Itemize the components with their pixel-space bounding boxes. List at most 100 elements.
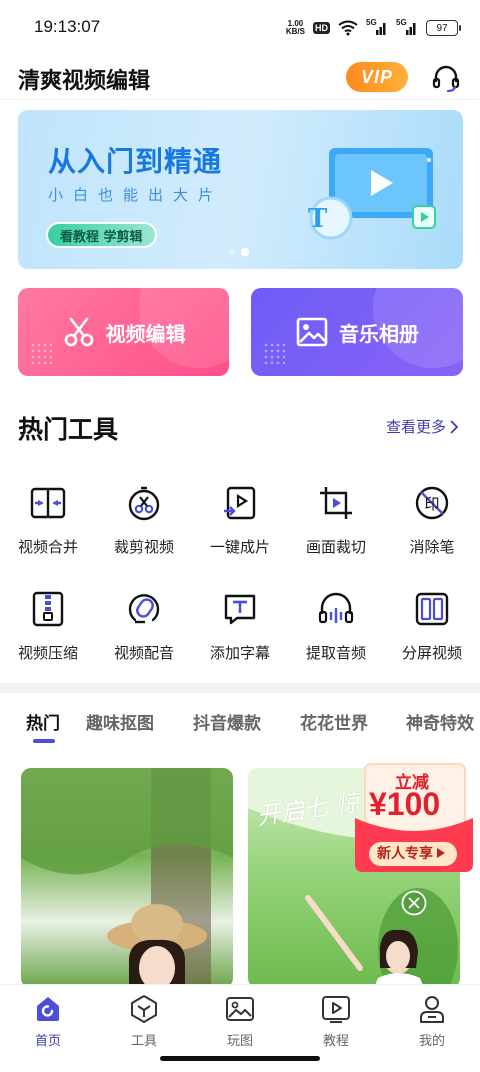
tab-hot[interactable]: 热门 (26, 709, 60, 734)
tool-label: 消除笔 (409, 538, 455, 556)
network-speed: 1.00 KB/S (286, 20, 305, 36)
tool-video-compress[interactable]: 视频压缩 (0, 590, 96, 663)
app-screen: 19:13:07 1.00 KB/S HD 5G 5G 97 清爽视频编辑 VI… (0, 0, 480, 1072)
new-user-coupon[interactable]: 立减 ¥100 新人专享 (355, 758, 473, 876)
chevron-right-icon (450, 419, 459, 434)
tool-one-click-video[interactable]: 一键成片 (192, 484, 288, 557)
video-edit-card[interactable]: 视频编辑 (18, 288, 229, 376)
cell-signal-2: 5G (396, 18, 418, 36)
tool-remove-watermark[interactable]: 印 消除笔 (384, 484, 480, 557)
nav-profile[interactable]: 我的 (384, 993, 480, 1049)
nav-home[interactable]: 首页 (0, 993, 96, 1049)
coupon-amount: ¥100 (369, 786, 441, 822)
voiceover-icon (128, 594, 160, 624)
nav-label: 我的 (418, 1034, 445, 1049)
tool-add-subtitle[interactable]: 添加字幕 (192, 590, 288, 663)
battery-level: 97 (436, 22, 448, 34)
music-album-card[interactable]: 音乐相册 (251, 288, 463, 376)
nav-label: 教程 (322, 1034, 349, 1049)
headset-icon[interactable] (430, 62, 462, 94)
nav-label: 首页 (34, 1034, 61, 1049)
signal-bars-icon (406, 23, 416, 35)
tools-icon (131, 995, 157, 1023)
tab-douyin-hits[interactable]: 抖音爆款 (193, 709, 261, 734)
app-header: 清爽视频编辑 VIP (0, 56, 480, 100)
svg-text:印: 印 (424, 495, 439, 513)
active-tab-indicator (33, 739, 55, 743)
section-divider (0, 683, 480, 693)
tool-label: 一键成片 (209, 538, 270, 556)
carousel-dot-active (241, 248, 249, 256)
card-decoration (373, 288, 463, 368)
remove-watermark-icon: 印 (415, 486, 449, 520)
tool-extract-audio[interactable]: 提取音频 (288, 590, 384, 663)
home-indicator[interactable] (160, 1056, 320, 1061)
coupon-cta: 新人专享 (377, 843, 445, 863)
category-tabs: 热门 趣味抠图 抖音爆款 花花世界 神奇特效 (0, 693, 480, 749)
crop-icon (320, 487, 352, 519)
banner-cta-button[interactable]: 看教程 学剪辑 (46, 222, 157, 248)
signal-bars-icon (376, 23, 386, 35)
see-more-label: 查看更多 (386, 418, 447, 436)
scissors-icon (64, 317, 93, 347)
nav-label: 工具 (130, 1034, 157, 1049)
template-thumbnail[interactable] (21, 768, 233, 988)
tool-label: 视频合并 (17, 538, 78, 556)
nav-tutorial[interactable]: 教程 (288, 993, 384, 1049)
merge-icon (30, 487, 66, 519)
card-dots-pattern (30, 342, 52, 364)
tool-label: 提取音频 (305, 644, 366, 662)
hd-badge: HD (313, 22, 330, 34)
tool-label: 画面裁切 (305, 538, 366, 556)
app-title: 清爽视频编辑 (18, 69, 151, 94)
play-arrow-icon (437, 848, 445, 858)
status-bar: 19:13:07 1.00 KB/S HD 5G 5G 97 (0, 0, 480, 56)
vip-button[interactable]: VIP (346, 62, 408, 92)
nav-tools[interactable]: 工具 (96, 993, 192, 1049)
see-more-link[interactable]: 查看更多 (386, 416, 459, 437)
carousel-indicator (229, 248, 249, 256)
profile-icon (420, 996, 444, 1023)
split-screen-icon (415, 592, 449, 626)
home-icon (37, 997, 59, 1021)
tab-magic-effects[interactable]: 神奇特效 (406, 709, 474, 734)
battery-indicator: 97 (426, 20, 461, 36)
promo-banner[interactable]: 从入门到精通 小白也能出大片 看教程 学剪辑 T (18, 110, 463, 269)
compress-icon (32, 591, 64, 627)
network-speed-unit: KB/S (285, 27, 305, 36)
tool-label: 分屏视频 (401, 644, 462, 662)
cell-signal-1: 5G (366, 18, 388, 36)
tutorial-icon (322, 996, 350, 1023)
tool-split-screen[interactable]: 分屏视频 (384, 590, 480, 663)
banner-art-letter: T (308, 204, 328, 234)
subtitle-icon (224, 594, 256, 625)
tool-video-merge[interactable]: 视频合并 (0, 484, 96, 557)
portrait-photo (21, 768, 233, 988)
nav-label: 玩图 (226, 1034, 253, 1049)
tool-clip-video[interactable]: 裁剪视频 (96, 484, 192, 557)
coupon-cta-label: 新人专享 (377, 846, 433, 862)
nav-play-images[interactable]: 玩图 (192, 993, 288, 1049)
tool-voiceover[interactable]: 视频配音 (96, 590, 192, 663)
status-time: 19:13:07 (34, 17, 101, 36)
tool-label: 裁剪视频 (113, 538, 174, 556)
one-click-video-icon (224, 486, 256, 520)
card-decoration (139, 288, 229, 368)
banner-title: 从入门到精通 (48, 145, 223, 178)
tab-fun-cutout[interactable]: 趣味抠图 (86, 709, 154, 734)
image-icon (226, 997, 254, 1021)
tab-flower-world[interactable]: 花花世界 (300, 709, 368, 734)
clip-video-icon (128, 486, 160, 521)
status-indicators: 1.00 KB/S HD 5G 5G 97 (286, 17, 461, 39)
carousel-dot (229, 249, 235, 255)
close-icon[interactable] (401, 890, 427, 916)
video-player-illustration (309, 148, 436, 240)
card-dots-pattern (263, 342, 285, 364)
banner-subtitle: 小白也能出大片 (48, 186, 224, 204)
tool-label: 视频配音 (113, 644, 174, 662)
extract-audio-icon (318, 592, 354, 624)
hot-tools-title: 热门工具 (18, 415, 119, 444)
tool-label: 添加字幕 (209, 644, 270, 662)
tool-label: 视频压缩 (17, 644, 78, 662)
tool-crop[interactable]: 画面裁切 (288, 484, 384, 557)
